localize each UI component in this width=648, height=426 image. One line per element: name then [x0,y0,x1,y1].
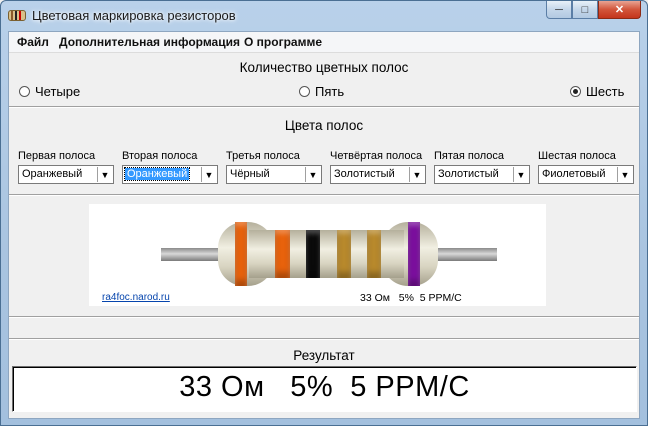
menu-file[interactable]: Файл [17,35,49,49]
band-6-label: Шестая полоса [538,150,616,162]
band-5-select[interactable]: Золотистый ▼ [434,165,530,184]
chevron-down-icon[interactable]: ▼ [97,167,112,182]
window-title: Цветовая маркировка резисторов [32,8,236,23]
chevron-down-icon[interactable]: ▼ [513,167,528,182]
chevron-down-icon[interactable]: ▼ [617,167,632,182]
close-button[interactable]: ✕ [598,1,641,19]
resistor-band-5 [367,230,381,278]
radio-six-label: Шесть [586,84,625,99]
resistor-band-4 [337,230,351,278]
radio-four-label: Четыре [35,84,81,99]
menu-about[interactable]: О программе [244,35,322,49]
radio-six[interactable]: Шесть [570,84,624,99]
title-bar[interactable]: Цветовая маркировка резисторов ─ □ ✕ [1,1,647,31]
resistor-band-6 [408,222,420,286]
result-title: Результат [293,348,355,363]
resistor-lead-left [161,248,221,261]
band-1-label: Первая полоса [18,150,96,162]
band-4-value: Золотистый [334,168,395,180]
maximize-button[interactable]: □ [572,1,598,19]
band-4-select[interactable]: Золотистый ▼ [330,165,426,184]
caption-buttons: ─ □ ✕ [546,1,641,21]
band-3-select[interactable]: Чёрный ▼ [226,165,322,184]
band-3-value: Чёрный [230,168,270,180]
band-4-label: Четвёртая полоса [330,150,423,162]
divider [9,106,639,108]
band-1-select[interactable]: Оранжевый ▼ [18,165,114,184]
resistor-app-icon [8,10,26,21]
client-area: Файл Дополнительная информация О програм… [8,31,640,419]
band-1-value: Оранжевый [22,168,83,180]
resistor-picture: ra4foc.narod.ru 33 Ом 5% 5 PPM/C [89,204,546,306]
radio-six-circle[interactable] [570,86,581,97]
band-2-select[interactable]: Оранжевый ▼ [122,165,218,184]
band-5-value: Золотистый [438,168,499,180]
band-6-select[interactable]: Фиолетовый ▼ [538,165,634,184]
result-value: 33 Ом 5% 5 PPM/C [179,371,470,403]
app-window: Цветовая маркировка резисторов ─ □ ✕ Фай… [0,0,648,426]
divider [9,316,639,318]
radio-four-circle[interactable] [19,86,30,97]
minimize-icon: ─ [555,3,563,16]
divider [9,194,639,196]
chevron-down-icon[interactable]: ▼ [305,167,320,182]
maximize-icon: □ [581,3,589,16]
band-count-title: Количество цветных полос [239,60,409,75]
picture-caption: 33 Ом 5% 5 PPM/C [360,292,462,304]
menu-bar: Файл Дополнительная информация О програм… [9,32,639,53]
band-6-value: Фиолетовый [542,168,606,180]
chevron-down-icon[interactable]: ▼ [201,167,216,182]
radio-four[interactable]: Четыре [19,84,80,99]
resistor-band-3 [306,230,320,278]
result-box: 33 Ом 5% 5 PPM/C [12,366,637,412]
close-icon: ✕ [614,4,625,16]
menu-additional-info[interactable]: Дополнительная информация [59,35,240,49]
resistor-band-1 [235,222,247,286]
band-5-label: Пятая полоса [434,150,505,162]
radio-five-circle[interactable] [299,86,310,97]
band-3-label: Третья полоса [226,150,300,162]
minimize-button[interactable]: ─ [546,1,572,19]
band-2-value: Оранжевый [123,167,191,181]
resistor-lead-right [429,248,497,261]
website-link[interactable]: ra4foc.narod.ru [102,292,170,303]
radio-five-label: Пять [315,84,345,99]
bands-title: Цвета полос [284,118,364,133]
band-2-label: Вторая полоса [122,150,198,162]
divider [9,338,639,340]
resistor-band-2 [275,230,290,278]
chevron-down-icon[interactable]: ▼ [409,167,424,182]
radio-five[interactable]: Пять [299,84,344,99]
